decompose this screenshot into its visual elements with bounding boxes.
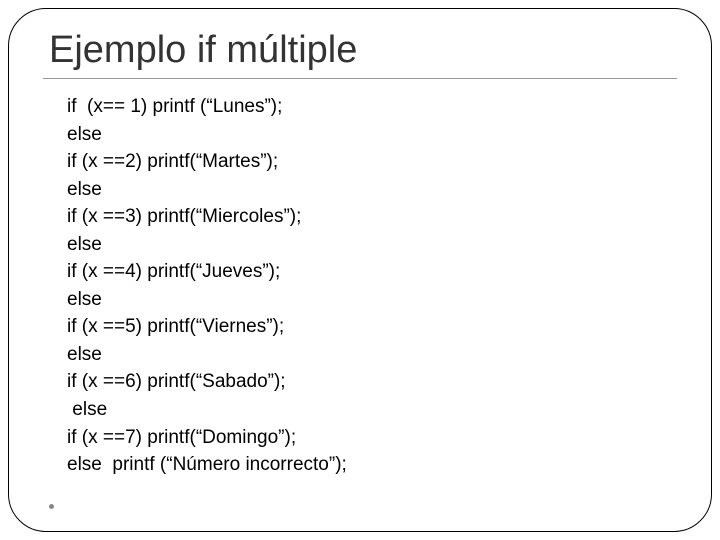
code-line: else xyxy=(67,231,681,259)
code-line: if (x ==3) printf(“Miercoles”); xyxy=(67,203,681,231)
code-line: if (x ==7) printf(“Domingo”); xyxy=(67,424,681,452)
code-line: if (x ==2) printf(“Martes”); xyxy=(67,148,681,176)
code-block: if (x== 1) printf (“Lunes”); else if (x … xyxy=(67,93,681,479)
code-line: else xyxy=(67,341,681,369)
code-line: if (x ==4) printf(“Jueves”); xyxy=(67,258,681,286)
code-line: else xyxy=(67,396,681,424)
code-line: if (x ==5) printf(“Viernes”); xyxy=(67,313,681,341)
code-line: else printf (“Número incorrecto”); xyxy=(67,451,681,479)
slide-frame: Ejemplo if múltiple if (x== 1) printf (“… xyxy=(8,8,712,532)
footer-decoration xyxy=(49,504,54,509)
code-line: else xyxy=(67,286,681,314)
title-underline xyxy=(43,78,677,79)
code-line: if (x== 1) printf (“Lunes”); xyxy=(67,93,681,121)
code-line: else xyxy=(67,176,681,204)
slide-title: Ejemplo if múltiple xyxy=(49,29,681,72)
code-line: else xyxy=(67,121,681,149)
code-line: if (x ==6) printf(“Sabado”); xyxy=(67,368,681,396)
